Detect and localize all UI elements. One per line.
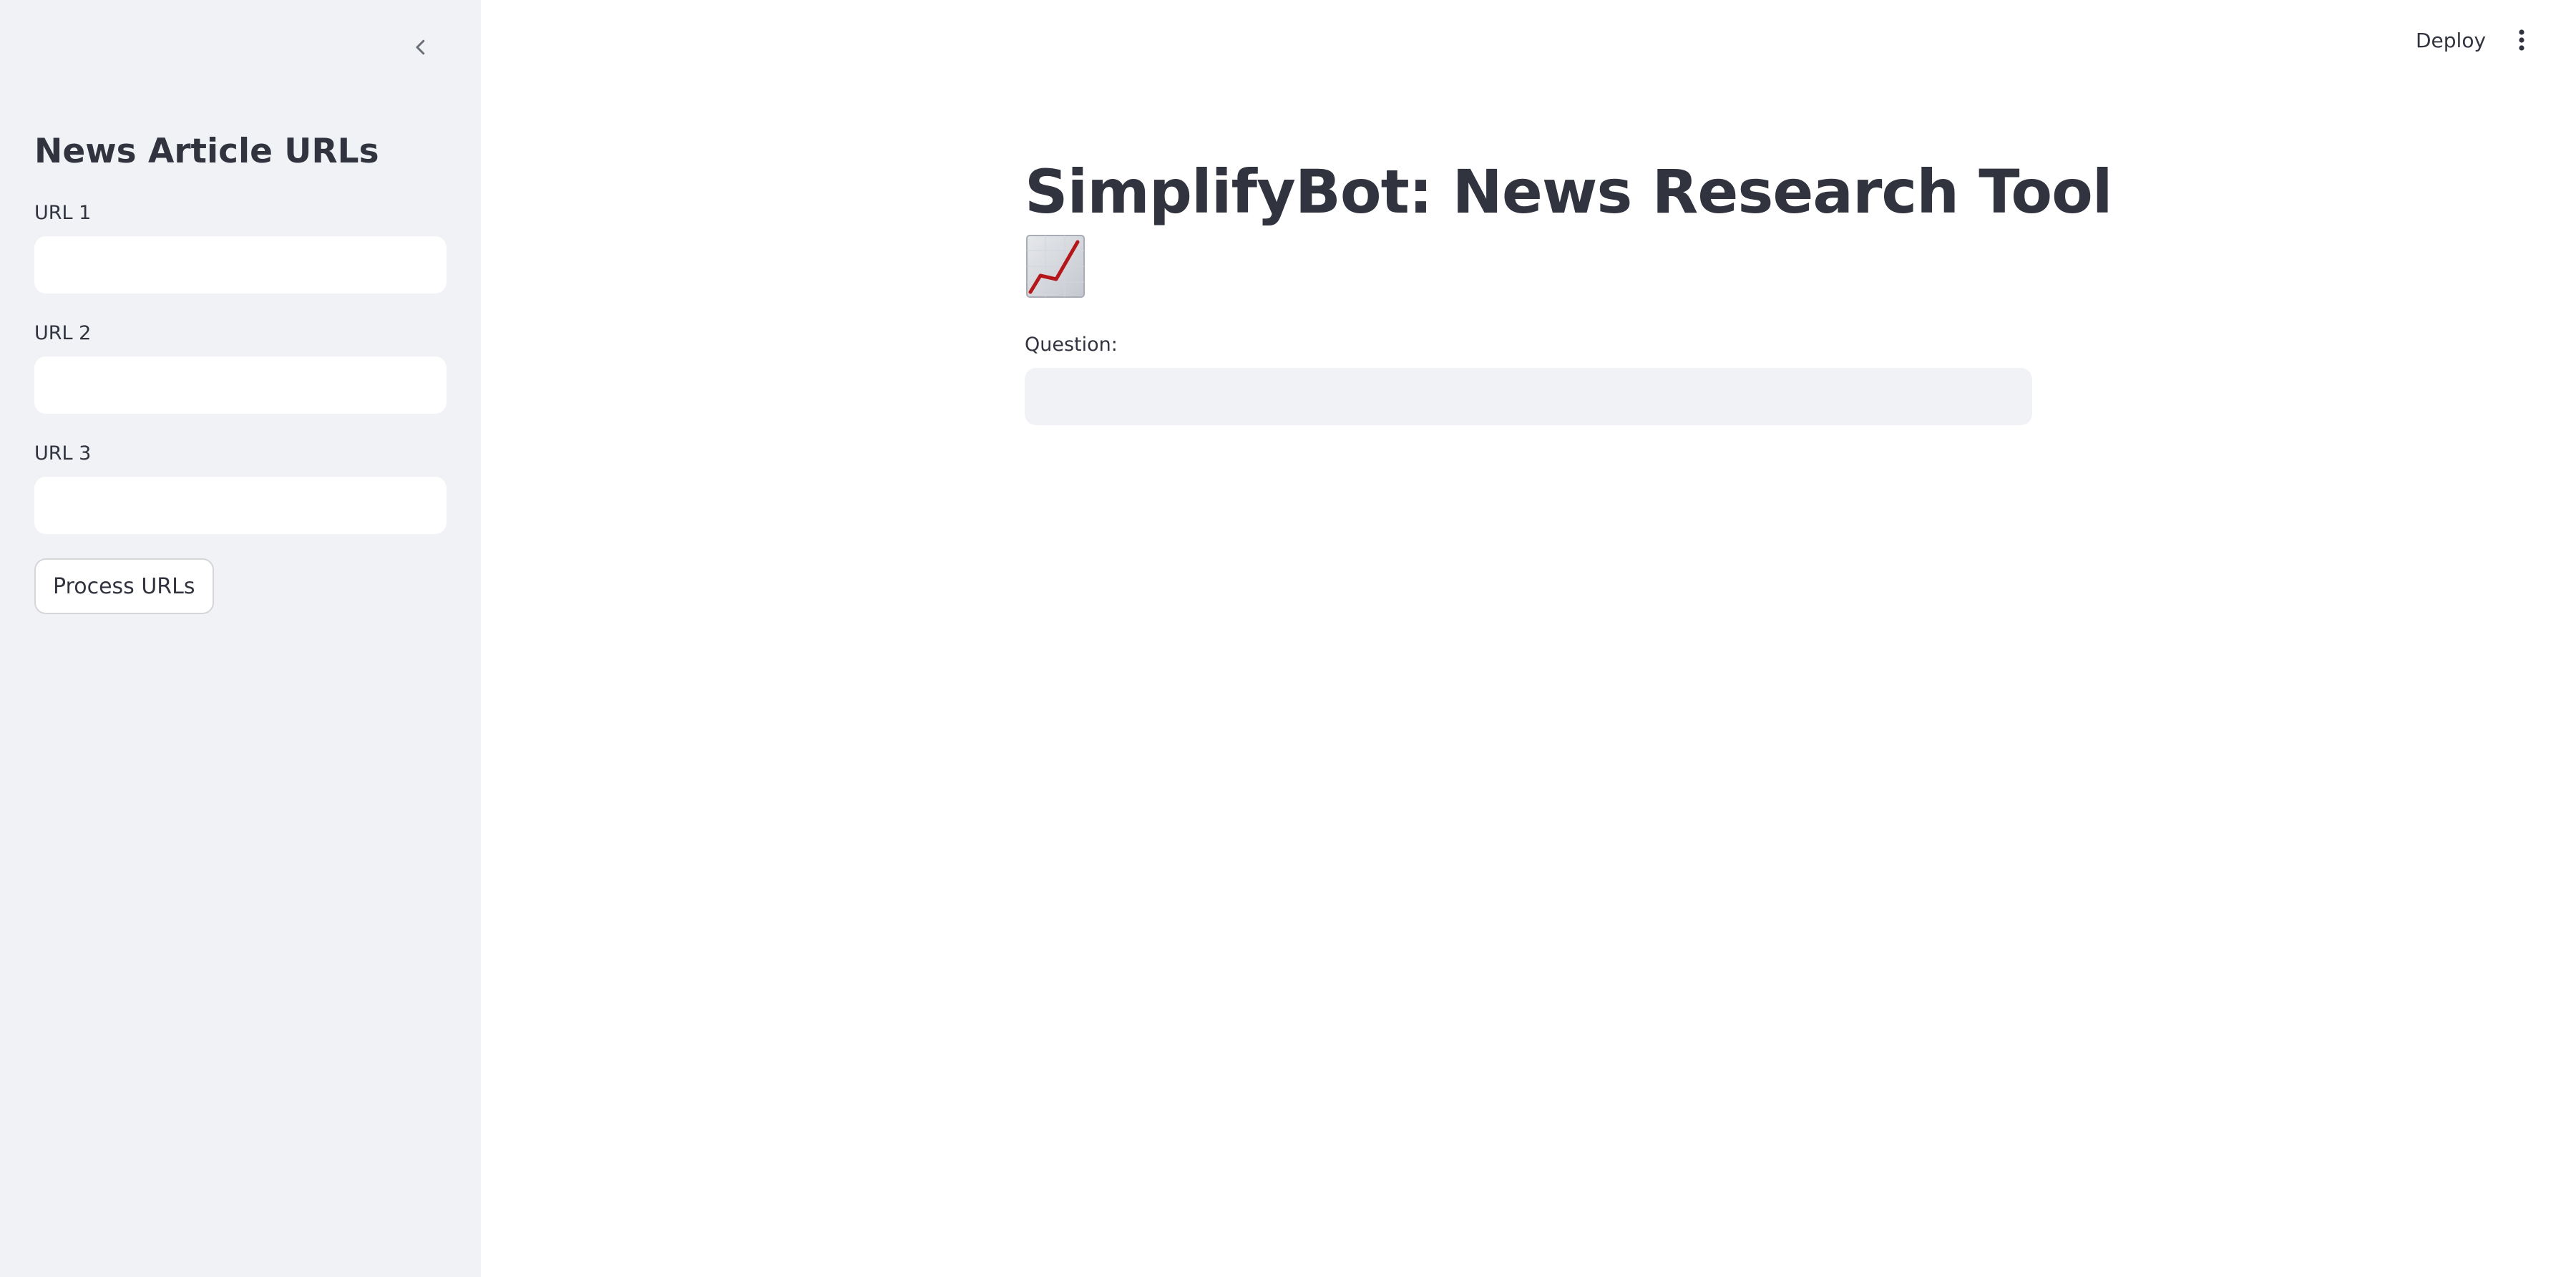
sidebar-title: News Article URLs — [34, 132, 379, 171]
url-3-input[interactable] — [34, 477, 447, 534]
chart-increasing-icon — [1026, 235, 1085, 298]
question-label: Question: — [1025, 334, 1118, 356]
question-input[interactable] — [1025, 368, 2032, 425]
app-root: News Article URLs URL 1 URL 2 URL 3 Proc… — [0, 0, 2576, 1277]
url-1-label: URL 1 — [34, 202, 92, 224]
url-2-input[interactable] — [34, 356, 447, 414]
url-3-label: URL 3 — [34, 442, 92, 465]
chevron-left-icon — [416, 39, 425, 55]
collapse-sidebar-button[interactable] — [402, 29, 439, 66]
main-menu-button[interactable] — [2504, 21, 2539, 59]
vertical-ellipsis-icon — [2519, 29, 2524, 51]
sidebar: News Article URLs URL 1 URL 2 URL 3 Proc… — [0, 0, 481, 1277]
page-title: SimplifyBot: News Research Tool — [1025, 157, 2113, 227]
deploy-button[interactable]: Deploy — [2409, 21, 2493, 59]
url-2-label: URL 2 — [34, 322, 92, 344]
url-1-input[interactable] — [34, 236, 447, 293]
process-urls-button[interactable]: Process URLs — [34, 558, 214, 614]
